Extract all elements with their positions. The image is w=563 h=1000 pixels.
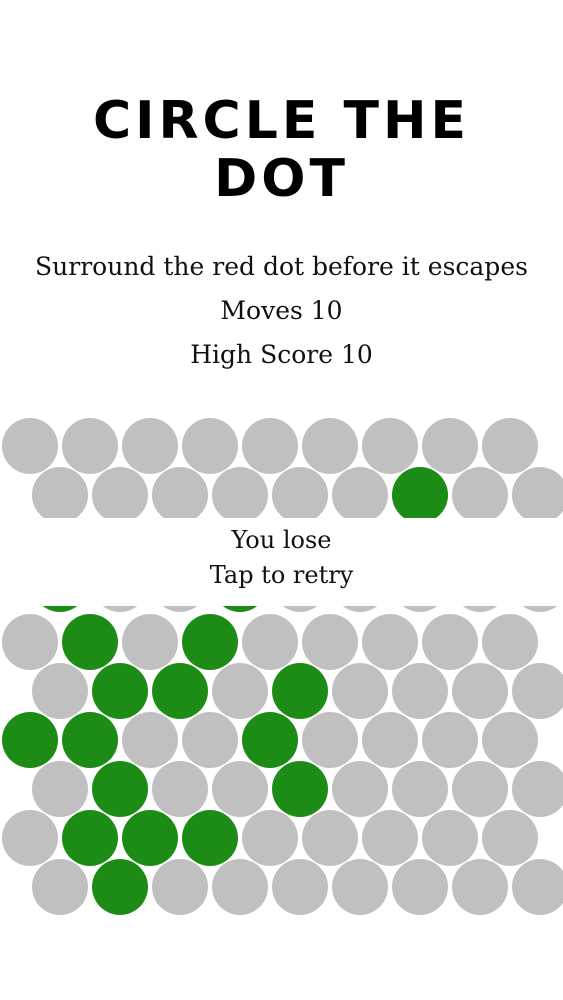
blocked-cell[interactable]	[92, 663, 148, 719]
empty-cell[interactable]	[182, 712, 238, 768]
empty-cell[interactable]	[482, 614, 538, 670]
empty-cell[interactable]	[302, 418, 358, 474]
blocked-cell[interactable]	[62, 614, 118, 670]
empty-cell[interactable]	[152, 467, 208, 523]
empty-cell[interactable]	[392, 761, 448, 817]
empty-cell[interactable]	[362, 614, 418, 670]
empty-cell[interactable]	[452, 663, 508, 719]
blocked-cell[interactable]	[272, 663, 328, 719]
title-line-2: DOT	[214, 149, 349, 209]
lose-message: You lose	[231, 526, 332, 554]
empty-cell[interactable]	[182, 418, 238, 474]
empty-cell[interactable]	[62, 418, 118, 474]
blocked-cell[interactable]	[62, 712, 118, 768]
empty-cell[interactable]	[392, 859, 448, 915]
empty-cell[interactable]	[302, 614, 358, 670]
empty-cell[interactable]	[362, 418, 418, 474]
moves-counter: Moves 10	[220, 296, 343, 325]
empty-cell[interactable]	[212, 663, 268, 719]
empty-cell[interactable]	[332, 467, 388, 523]
empty-cell[interactable]	[32, 663, 88, 719]
blocked-cell[interactable]	[242, 712, 298, 768]
blocked-cell[interactable]	[62, 810, 118, 866]
blocked-cell[interactable]	[182, 810, 238, 866]
empty-cell[interactable]	[362, 712, 418, 768]
empty-cell[interactable]	[422, 418, 478, 474]
empty-cell[interactable]	[302, 712, 358, 768]
empty-cell[interactable]	[32, 467, 88, 523]
empty-cell[interactable]	[2, 810, 58, 866]
empty-cell[interactable]	[122, 712, 178, 768]
empty-cell[interactable]	[422, 712, 478, 768]
empty-cell[interactable]	[362, 810, 418, 866]
empty-cell[interactable]	[512, 467, 563, 523]
empty-cell[interactable]	[452, 859, 508, 915]
empty-cell[interactable]	[212, 859, 268, 915]
retry-prompt[interactable]: Tap to retry	[0, 561, 563, 589]
blocked-cell[interactable]	[182, 614, 238, 670]
empty-cell[interactable]	[452, 761, 508, 817]
empty-cell[interactable]	[212, 761, 268, 817]
blocked-cell[interactable]	[392, 467, 448, 523]
empty-cell[interactable]	[152, 761, 208, 817]
title-line-1: CIRCLE THE	[93, 91, 470, 151]
empty-cell[interactable]	[122, 614, 178, 670]
blocked-cell[interactable]	[2, 712, 58, 768]
empty-cell[interactable]	[512, 663, 563, 719]
empty-cell[interactable]	[482, 712, 538, 768]
blocked-cell[interactable]	[122, 810, 178, 866]
empty-cell[interactable]	[332, 761, 388, 817]
empty-cell[interactable]	[512, 859, 563, 915]
empty-cell[interactable]	[32, 859, 88, 915]
empty-cell[interactable]	[332, 663, 388, 719]
empty-cell[interactable]	[272, 859, 328, 915]
blocked-cell[interactable]	[92, 761, 148, 817]
blocked-cell[interactable]	[272, 761, 328, 817]
blocked-cell[interactable]	[92, 859, 148, 915]
empty-cell[interactable]	[452, 467, 508, 523]
empty-cell[interactable]	[92, 467, 148, 523]
empty-cell[interactable]	[332, 859, 388, 915]
empty-cell[interactable]	[242, 614, 298, 670]
empty-cell[interactable]	[392, 663, 448, 719]
empty-cell[interactable]	[2, 418, 58, 474]
empty-cell[interactable]	[32, 761, 88, 817]
empty-cell[interactable]	[122, 418, 178, 474]
empty-cell[interactable]	[212, 467, 268, 523]
blocked-cell[interactable]	[152, 663, 208, 719]
empty-cell[interactable]	[422, 614, 478, 670]
empty-cell[interactable]	[2, 614, 58, 670]
empty-cell[interactable]	[272, 467, 328, 523]
game-title: CIRCLE THE DOT	[0, 92, 563, 208]
empty-cell[interactable]	[512, 761, 563, 817]
empty-cell[interactable]	[152, 859, 208, 915]
empty-cell[interactable]	[242, 418, 298, 474]
instructions-text: Surround the red dot before it escapes	[35, 252, 528, 281]
empty-cell[interactable]	[242, 810, 298, 866]
empty-cell[interactable]	[482, 418, 538, 474]
high-score: High Score 10	[190, 340, 373, 369]
empty-cell[interactable]	[302, 810, 358, 866]
empty-cell[interactable]	[422, 810, 478, 866]
empty-cell[interactable]	[482, 810, 538, 866]
